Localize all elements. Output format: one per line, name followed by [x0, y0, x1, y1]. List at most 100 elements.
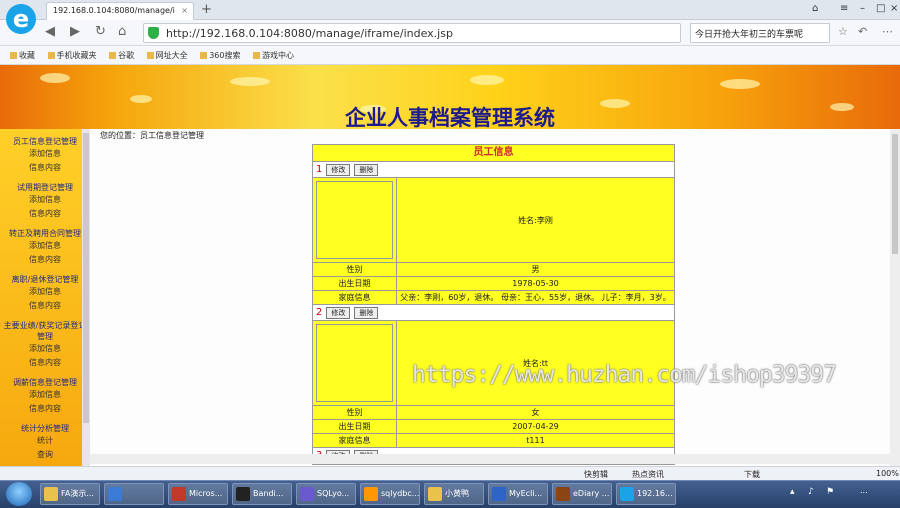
more-icon[interactable]: ⋯: [882, 25, 893, 38]
undo-icon[interactable]: ↶: [858, 25, 867, 38]
sidebar-scroll-thumb[interactable]: [83, 133, 89, 423]
record-actions: 2 修改 删除: [313, 305, 674, 321]
back-icon[interactable]: ◀: [45, 24, 55, 39]
info-row: 家庭信息 t111: [313, 434, 674, 448]
menu-icon[interactable]: ≡: [840, 3, 848, 14]
sidebar-group-title[interactable]: 主要业绩/获奖记录登记管理: [0, 320, 90, 342]
system-title: 企业人事档案管理系统: [345, 105, 555, 130]
sidebar-link[interactable]: 添加信息: [0, 388, 90, 402]
status-bar: 快剪辑 热点资讯 下载 100%: [0, 466, 900, 480]
sidebar-group-title[interactable]: 试用期登记管理: [0, 182, 90, 193]
sidebar-link[interactable]: 添加信息: [0, 285, 90, 299]
clock: ...: [860, 486, 868, 495]
sidebar-group: 员工信息登记管理 添加信息 信息内容: [0, 136, 90, 175]
bookmark-item[interactable]: 网址大全: [147, 51, 188, 60]
refresh-icon[interactable]: ↻: [95, 24, 106, 39]
sidebar-link[interactable]: 添加信息: [0, 342, 90, 356]
info-row: 出生日期 2007-04-29: [313, 420, 674, 434]
sidebar-group-title[interactable]: 统计分析管理: [0, 423, 90, 434]
edit-button[interactable]: 修改: [326, 306, 351, 319]
field-label: 家庭信息: [313, 434, 397, 447]
forward-icon[interactable]: ▶: [70, 24, 80, 39]
sidebar-link[interactable]: 信息内容: [0, 161, 90, 175]
bookmarks-bar: 收藏 手机收藏夹 谷歌 网址大全 360搜索 游戏中心: [0, 46, 900, 65]
sidebar-link[interactable]: 信息内容: [0, 253, 90, 267]
status-item[interactable]: 下载: [744, 469, 760, 480]
sidebar-link[interactable]: 信息内容: [0, 402, 90, 416]
edit-button[interactable]: 修改: [326, 163, 351, 176]
sidebar-link[interactable]: 信息内容: [0, 356, 90, 370]
horizontal-scrollbar[interactable]: [90, 454, 890, 464]
minimize-icon[interactable]: –: [860, 3, 865, 14]
flag-icon[interactable]: ⚑: [826, 487, 834, 497]
bookmark-item[interactable]: 收藏: [10, 51, 35, 60]
bookmark-item[interactable]: 360搜索: [200, 51, 240, 60]
taskbar-app[interactable]: FA演示...: [40, 483, 100, 505]
sidebar-group: 离职/退休登记管理 添加信息 信息内容: [0, 274, 90, 313]
taskbar-app[interactable]: Bandi...: [232, 483, 292, 505]
field-value: 1978-05-30: [512, 279, 559, 288]
close-tab-icon[interactable]: ×: [181, 6, 188, 15]
maximize-icon[interactable]: □: [876, 3, 885, 14]
delete-button[interactable]: 删除: [354, 163, 379, 176]
home-icon[interactable]: ⌂: [118, 24, 126, 39]
taskbar-app[interactable]: [104, 483, 164, 505]
record-actions: 1 修改 删除: [313, 162, 674, 178]
taskbar-app[interactable]: SQLyo...: [296, 483, 356, 505]
record-index: 1: [316, 164, 323, 175]
field-label: 出生日期: [313, 420, 397, 433]
tab-active[interactable]: 192.168.0.104:8080/manage/i ×: [46, 2, 194, 20]
status-item[interactable]: 热点资讯: [632, 469, 664, 480]
photo-cell: [313, 321, 397, 405]
shirt-icon[interactable]: ⌂: [812, 3, 818, 14]
url-text[interactable]: http://192.168.0.104:8080/manage/iframe/…: [143, 23, 681, 43]
bookmark-item[interactable]: 游戏中心: [253, 51, 294, 60]
page-scroll-thumb[interactable]: [892, 134, 898, 254]
employee-name: 姓名:李刚: [518, 215, 553, 225]
sidebar: 员工信息登记管理 添加信息 信息内容 试用期登记管理 添加信息 信息内容 转正及聘用合同管理…: [0, 129, 90, 466]
sidebar-link[interactable]: 统计: [0, 434, 90, 448]
zoom-level[interactable]: 100%: [876, 469, 899, 478]
photo-cell: [313, 178, 397, 262]
sidebar-link[interactable]: 添加信息: [0, 193, 90, 207]
sidebar-link[interactable]: 信息内容: [0, 207, 90, 221]
address-bar[interactable]: http://192.168.0.104:8080/manage/iframe/…: [143, 23, 681, 43]
taskbar-app[interactable]: eDiary ...: [552, 483, 612, 505]
start-button-icon[interactable]: [6, 482, 32, 506]
new-tab-button[interactable]: +: [201, 2, 212, 17]
watermark: https://www.huzhan.com/ishop39397: [412, 362, 837, 388]
taskbar-app[interactable]: 192.16...: [616, 483, 676, 505]
bookmark-item[interactable]: 谷歌: [109, 51, 134, 60]
sidebar-link[interactable]: 查询: [0, 448, 90, 462]
sidebar-link[interactable]: 添加信息: [0, 239, 90, 253]
field-label: 性别: [313, 406, 397, 419]
info-row: 性别 女: [313, 406, 674, 420]
close-window-icon[interactable]: ×: [890, 3, 898, 14]
status-item[interactable]: 快剪辑: [584, 469, 608, 480]
sidebar-group: 转正及聘用合同管理 添加信息 信息内容: [0, 228, 90, 267]
taskbar-app[interactable]: Micros...: [168, 483, 228, 505]
volume-icon[interactable]: ♪: [808, 487, 814, 497]
sidebar-group: 统计分析管理 统计 查询: [0, 423, 90, 462]
delete-button[interactable]: 删除: [354, 306, 379, 319]
shield-icon: [148, 27, 159, 39]
taskbar-app[interactable]: 小黄鸭: [424, 483, 484, 505]
field-value: t111: [526, 436, 545, 445]
network-icon[interactable]: ▴: [790, 487, 795, 497]
taskbar-app[interactable]: sqlydbc...: [360, 483, 420, 505]
sidebar-link[interactable]: 添加信息: [0, 147, 90, 161]
sidebar-group-title[interactable]: 员工信息登记管理: [0, 136, 90, 147]
info-row: 家庭信息 父亲：李刚，60岁，退休。 母亲：王心，55岁，退休。 儿子：李月，3岁…: [313, 291, 674, 305]
taskbar-app[interactable]: MyEcli...: [488, 483, 548, 505]
sidebar-group-title[interactable]: 离职/退休登记管理: [0, 274, 90, 285]
sidebar-group-title[interactable]: 调薪信息登记管理: [0, 377, 90, 388]
search-box[interactable]: 今日开抢大年初三的车票呢: [690, 23, 830, 43]
employee-table: 员工信息 1 修改 删除 姓名:李刚 性别男出生日期 1978-05-30 家庭信息 父亲：李刚…: [312, 144, 675, 465]
bookmark-star-icon[interactable]: ☆: [838, 25, 848, 38]
sidebar-link[interactable]: 信息内容: [0, 299, 90, 313]
bookmark-item[interactable]: 手机收藏夹: [48, 51, 97, 60]
photo-row: 姓名:李刚: [313, 178, 674, 263]
sidebar-group-title[interactable]: 转正及聘用合同管理: [0, 228, 90, 239]
search-input[interactable]: 今日开抢大年初三的车票呢: [690, 23, 830, 43]
breadcrumb: 您的位置：员工信息登记管理: [100, 131, 204, 140]
